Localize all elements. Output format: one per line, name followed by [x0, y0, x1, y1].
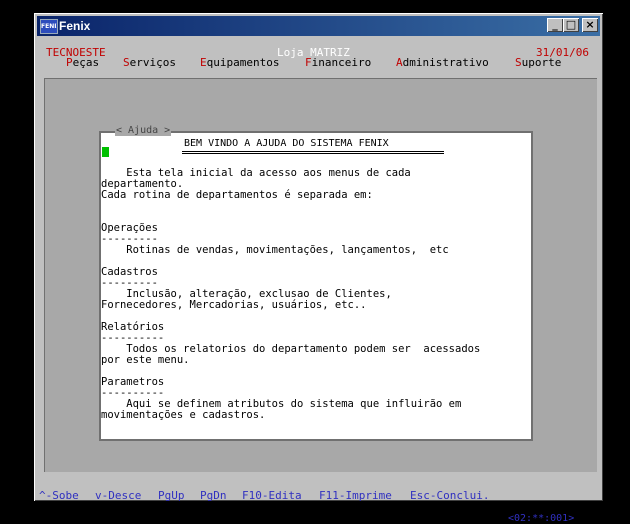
status-indicator: <02:**:001>	[508, 513, 575, 524]
menu-hotkey: E	[200, 56, 207, 69]
menu-hotkey: P	[66, 56, 73, 69]
menu-label: eças	[72, 56, 100, 69]
fenix-window: FENIX Fenix _ □ × TECNOESTE Loja MATRIZ …	[34, 13, 603, 524]
menu-pecas[interactable]: Peças	[66, 57, 99, 69]
title-bar[interactable]: FENIX Fenix _ □ ×	[37, 16, 600, 36]
help-line: Rotinas de vendas, movimentações, lançam…	[101, 244, 449, 256]
menu-administrativo[interactable]: Administrativo	[396, 57, 489, 69]
menu-hotkey: F	[305, 56, 312, 69]
menu-hotkey: S	[515, 56, 522, 69]
help-title: BEM VINDO A AJUDA DO SISTEMA FENIX	[184, 138, 389, 149]
menu-servicos[interactable]: Serviços	[123, 57, 176, 69]
key-hint-up[interactable]: ^-Sobe	[39, 490, 79, 502]
menu-financeiro[interactable]: Financeiro	[305, 57, 371, 69]
menu-label: inanceiro	[311, 56, 372, 69]
maximize-button[interactable]: □	[563, 18, 579, 32]
close-button[interactable]: ×	[582, 18, 598, 32]
title-underline	[182, 151, 444, 152]
help-line: Fornecedores, Mercadorias, usuários, etc…	[101, 299, 367, 311]
key-hint-pgdn[interactable]: PgDn	[200, 490, 227, 502]
key-hint-edit[interactable]: F10-Edita	[242, 490, 302, 502]
help-line: por este menu.	[101, 354, 190, 366]
window-title: Fenix	[59, 19, 91, 33]
menu-hotkey: S	[123, 56, 130, 69]
help-line: Cada rotina de departamentos é separada …	[101, 189, 373, 201]
help-frame-label: < Ajuda >	[115, 125, 172, 136]
help-line: movimentações e cadastros.	[101, 409, 266, 421]
key-hint-finish[interactable]: Esc-Conclui.	[410, 490, 489, 502]
menu-label: erviços	[129, 56, 176, 69]
title-underline	[182, 153, 444, 154]
terminal-area: TECNOESTE Loja MATRIZ 31/01/06 Peças Ser…	[38, 39, 599, 524]
key-hint-down[interactable]: v-Desce	[95, 490, 141, 502]
menu-equipamentos[interactable]: Equipamentos	[200, 57, 279, 69]
key-hint-print[interactable]: F11-Imprime	[319, 490, 392, 502]
menu-label: quipamentos	[206, 56, 280, 69]
fenix-app-icon[interactable]: FENIX	[40, 19, 58, 34]
key-hint-pgup[interactable]: PgUp	[158, 490, 185, 502]
menu-label: uporte	[521, 56, 562, 69]
minimize-button[interactable]: _	[547, 18, 563, 32]
menu-suporte[interactable]: Suporte	[515, 57, 561, 69]
menu-label: dministrativo	[402, 56, 489, 69]
text-cursor	[102, 147, 109, 157]
menu-hotkey: A	[396, 56, 403, 69]
